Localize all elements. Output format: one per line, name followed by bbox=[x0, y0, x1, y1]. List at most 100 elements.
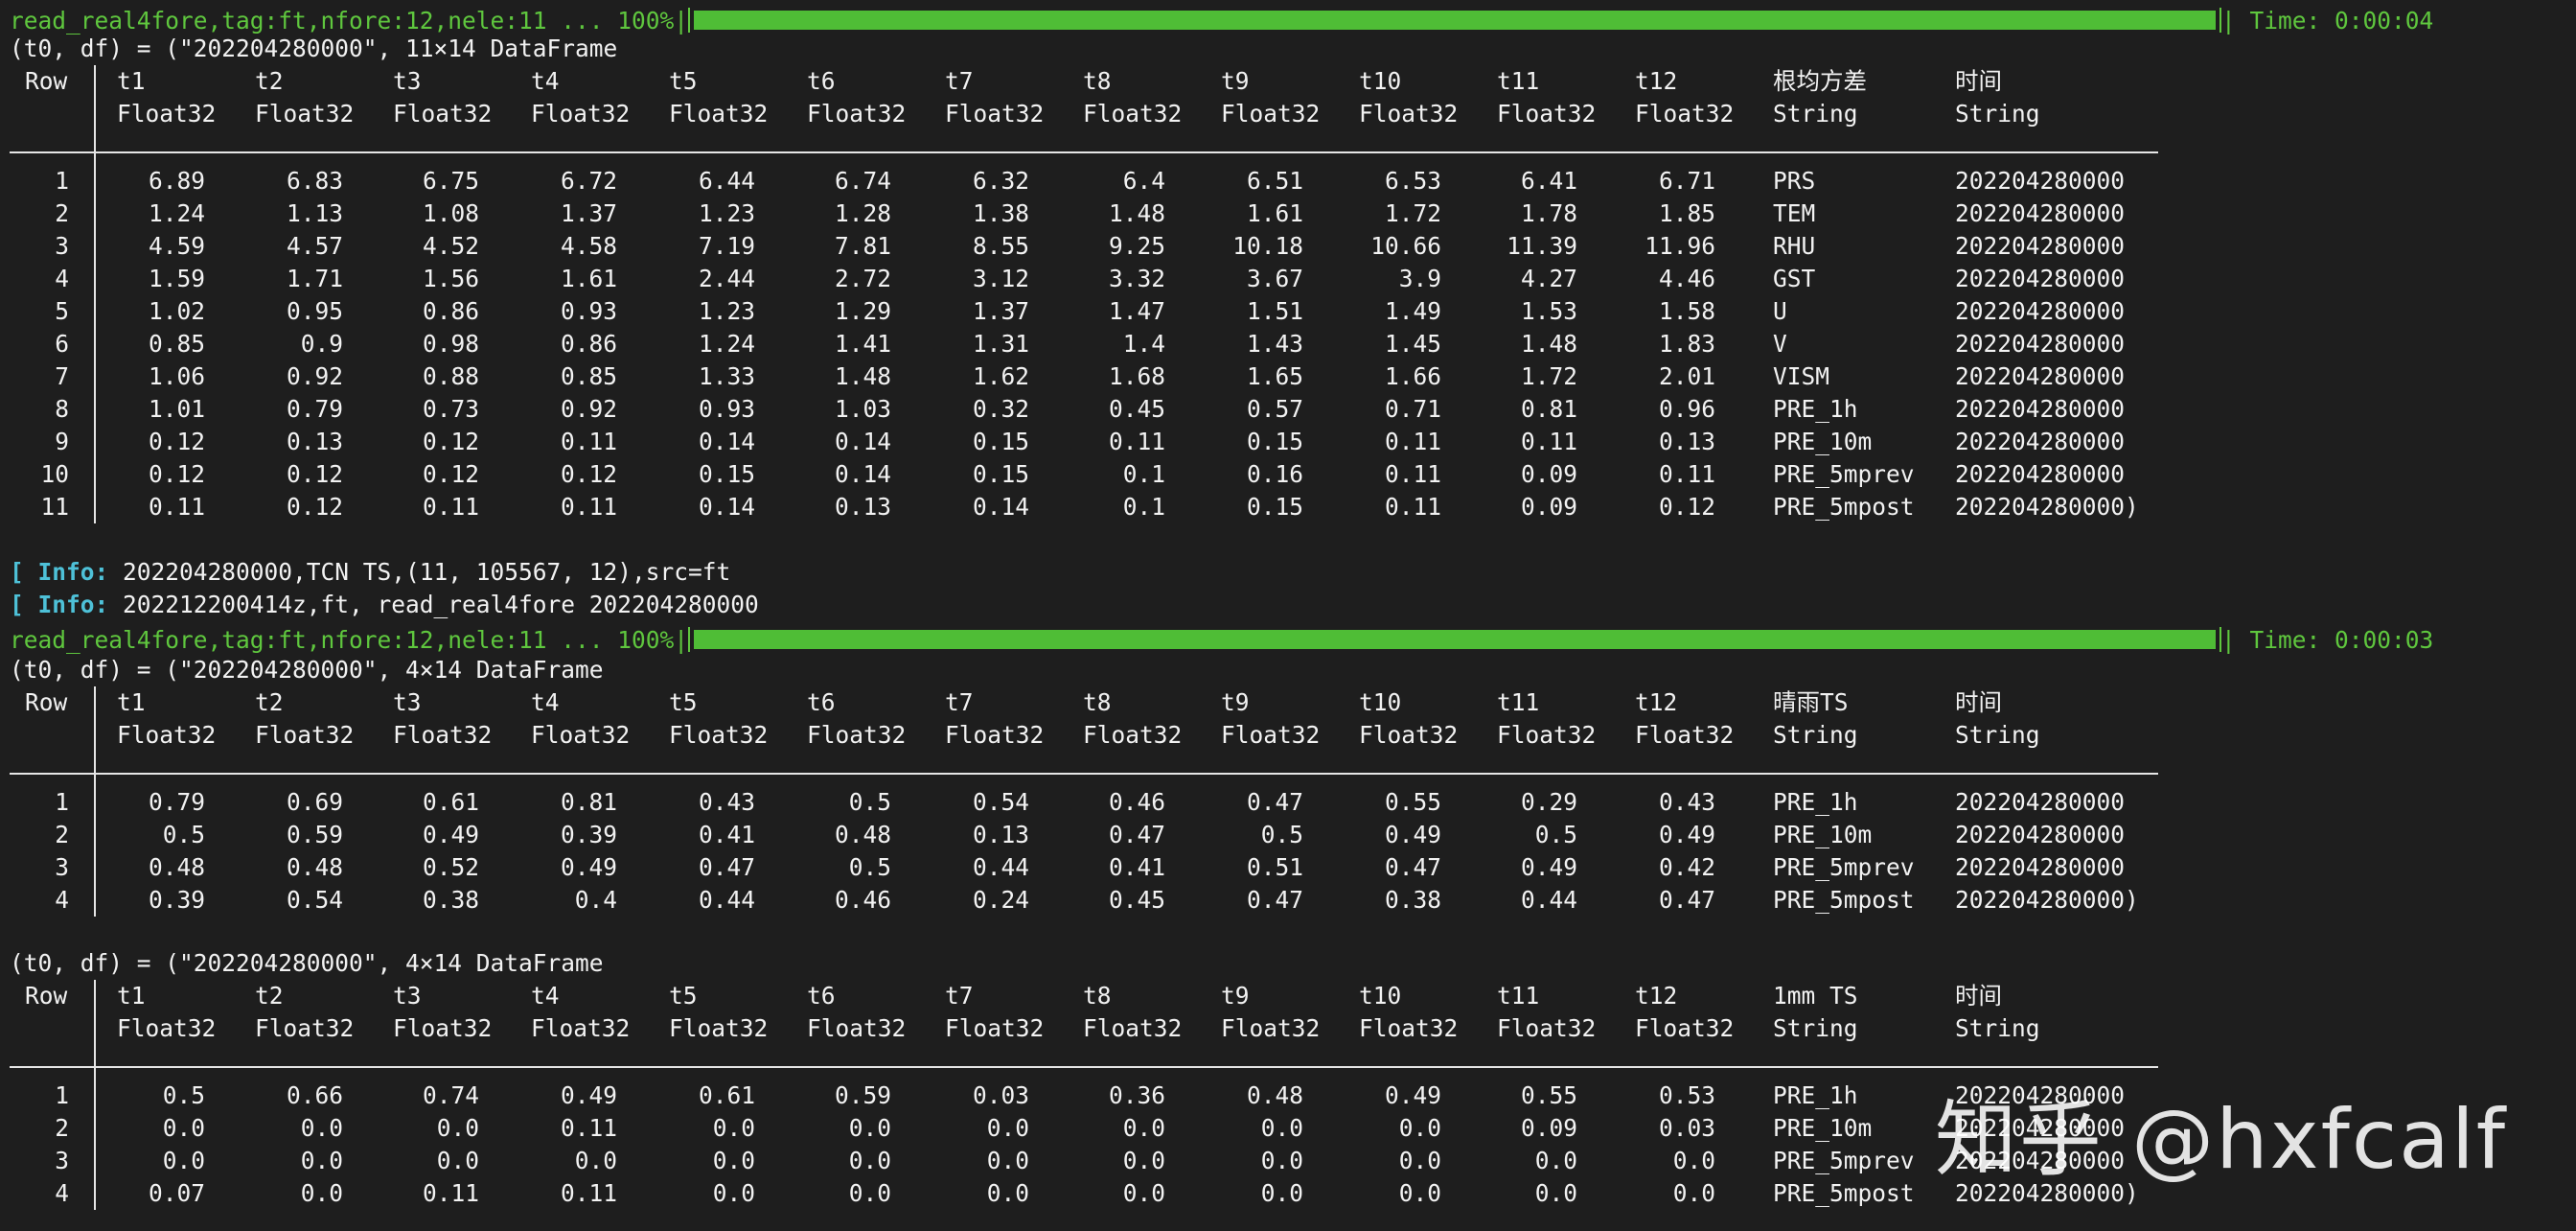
table-cell: 11.39 bbox=[1506, 232, 1577, 260]
column-name: t6 bbox=[807, 67, 836, 95]
table-cell: 0.0 bbox=[986, 1147, 1029, 1174]
table-cell: 6.41 bbox=[1520, 167, 1577, 195]
table-cell: 0.5 bbox=[162, 1081, 205, 1109]
table-cell: 0.24 bbox=[972, 886, 1029, 914]
table-cell: 3.32 bbox=[1108, 265, 1165, 292]
table-cell: 0.11 bbox=[148, 493, 205, 521]
progress-bar bbox=[688, 8, 2222, 33]
table-cell: 0.14 bbox=[834, 460, 891, 488]
row-number: 6 bbox=[55, 330, 69, 358]
table-cell: 0.98 bbox=[422, 330, 479, 358]
column-name: t12 bbox=[1635, 67, 1678, 95]
column-name: t7 bbox=[945, 982, 974, 1010]
table-cell: 0.13 bbox=[286, 428, 343, 455]
table-cell: 0.09 bbox=[1520, 493, 1577, 521]
table-cell: 1.41 bbox=[834, 330, 891, 358]
table-cell: 0.93 bbox=[560, 297, 617, 325]
table-cell: 0.11 bbox=[560, 428, 617, 455]
table-cell: 0.15 bbox=[972, 460, 1029, 488]
table-cell: 0.09 bbox=[1520, 460, 1577, 488]
table-cell: 0.11 bbox=[560, 493, 617, 521]
table-cell: 1.23 bbox=[698, 199, 755, 227]
table-cell: 0.38 bbox=[1384, 886, 1441, 914]
table-cell: 0.09 bbox=[1520, 1114, 1577, 1142]
table-cell: 0.14 bbox=[698, 493, 755, 521]
table-cell: 0.13 bbox=[834, 493, 891, 521]
column-name: t10 bbox=[1359, 688, 1402, 716]
table-cell: 0.47 bbox=[1384, 853, 1441, 881]
table-cell: 1.23 bbox=[698, 297, 755, 325]
table-cell: 0.46 bbox=[1108, 788, 1165, 816]
progress-time: | Time: 0:00:04 bbox=[2221, 6, 2434, 35]
column-name: t4 bbox=[531, 67, 560, 95]
table-cell: 1.72 bbox=[1520, 362, 1577, 390]
row-number: 3 bbox=[55, 1147, 69, 1174]
progress-label: read_real4fore,tag:ft,nfore:12,nele:11 .… bbox=[10, 6, 689, 35]
table-cell: 0.12 bbox=[422, 460, 479, 488]
table-cell: 0.0 bbox=[1260, 1179, 1303, 1207]
table-cell: 0.15 bbox=[1246, 493, 1303, 521]
table-cell: 0.12 bbox=[560, 460, 617, 488]
table-cell: 0.39 bbox=[148, 886, 205, 914]
table-cell: 0.29 bbox=[1520, 788, 1577, 816]
table-cell: 0.15 bbox=[1246, 428, 1303, 455]
table-cell: 0.0 bbox=[1398, 1147, 1441, 1174]
column-type: Float32 bbox=[1221, 721, 1321, 749]
column-type: Float32 bbox=[807, 721, 907, 749]
table-cell: 0.57 bbox=[1246, 395, 1303, 423]
column-type: Float32 bbox=[1497, 100, 1597, 128]
table-cell: 1.08 bbox=[422, 199, 479, 227]
progress-line: read_real4fore,tag:ft,nfore:12,nele:11 .… bbox=[0, 623, 2433, 656]
table-cell: 0.11 bbox=[1384, 428, 1441, 455]
table-cell: 0.11 bbox=[1108, 428, 1165, 455]
column-name: t8 bbox=[1083, 67, 1112, 95]
table-cell: 0.0 bbox=[1260, 1147, 1303, 1174]
table-cell: 0.15 bbox=[698, 460, 755, 488]
column-type: Float32 bbox=[1359, 100, 1459, 128]
table-cell: 0.07 bbox=[148, 1179, 205, 1207]
column-type: Float32 bbox=[117, 1014, 217, 1042]
column-type: Float32 bbox=[1221, 100, 1321, 128]
table-cell: 2.72 bbox=[834, 265, 891, 292]
table-cell: 1.61 bbox=[560, 265, 617, 292]
column-name: t3 bbox=[393, 982, 422, 1010]
table-cell: 4.52 bbox=[422, 232, 479, 260]
column-name: t1 bbox=[117, 688, 146, 716]
table-cell: 2.01 bbox=[1658, 362, 1715, 390]
column-type: Float32 bbox=[1359, 721, 1459, 749]
table-cell: 0.79 bbox=[286, 395, 343, 423]
table-cell: 0.13 bbox=[1658, 428, 1715, 455]
table-cell: 1.56 bbox=[422, 265, 479, 292]
progress-bar bbox=[688, 627, 2222, 652]
column-name: t3 bbox=[393, 688, 422, 716]
row-number: 3 bbox=[55, 232, 69, 260]
info-tag: [ Info: bbox=[10, 591, 109, 618]
table-cell: 0.5 bbox=[1534, 821, 1577, 848]
table-cell: 1.59 bbox=[148, 265, 205, 292]
table-cell: 0.1 bbox=[1122, 493, 1165, 521]
table-cell: 6.44 bbox=[698, 167, 755, 195]
progress-fill bbox=[694, 630, 2217, 649]
column-type: Float32 bbox=[945, 1014, 1045, 1042]
row-number: 4 bbox=[55, 886, 69, 914]
table-cell: 0.14 bbox=[834, 428, 891, 455]
row-number: 1 bbox=[55, 167, 69, 195]
table-cell: 1.02 bbox=[148, 297, 205, 325]
table-cell: 0.4 bbox=[574, 886, 617, 914]
column-name: t2 bbox=[255, 67, 284, 95]
table-cell: PRE_1h bbox=[1773, 395, 1858, 423]
table-cell: 0.0 bbox=[436, 1147, 479, 1174]
table-cell: 0.0 bbox=[1534, 1179, 1577, 1207]
table-cell: 0.14 bbox=[698, 428, 755, 455]
row-number: 1 bbox=[55, 1081, 69, 1109]
table-cell: PRE_10m bbox=[1773, 428, 1873, 455]
table-cell: 0.03 bbox=[1658, 1114, 1715, 1142]
table-cell: 6.4 bbox=[1122, 167, 1165, 195]
column-type: Float32 bbox=[1359, 1014, 1459, 1042]
table-cell: 0.0 bbox=[1122, 1147, 1165, 1174]
table-cell: 0.85 bbox=[148, 330, 205, 358]
table-cell: 0.0 bbox=[1672, 1147, 1715, 1174]
table-cell: 0.59 bbox=[834, 1081, 891, 1109]
column-name: t11 bbox=[1497, 688, 1540, 716]
table-cell: PRE_5mprev bbox=[1773, 1147, 1915, 1174]
